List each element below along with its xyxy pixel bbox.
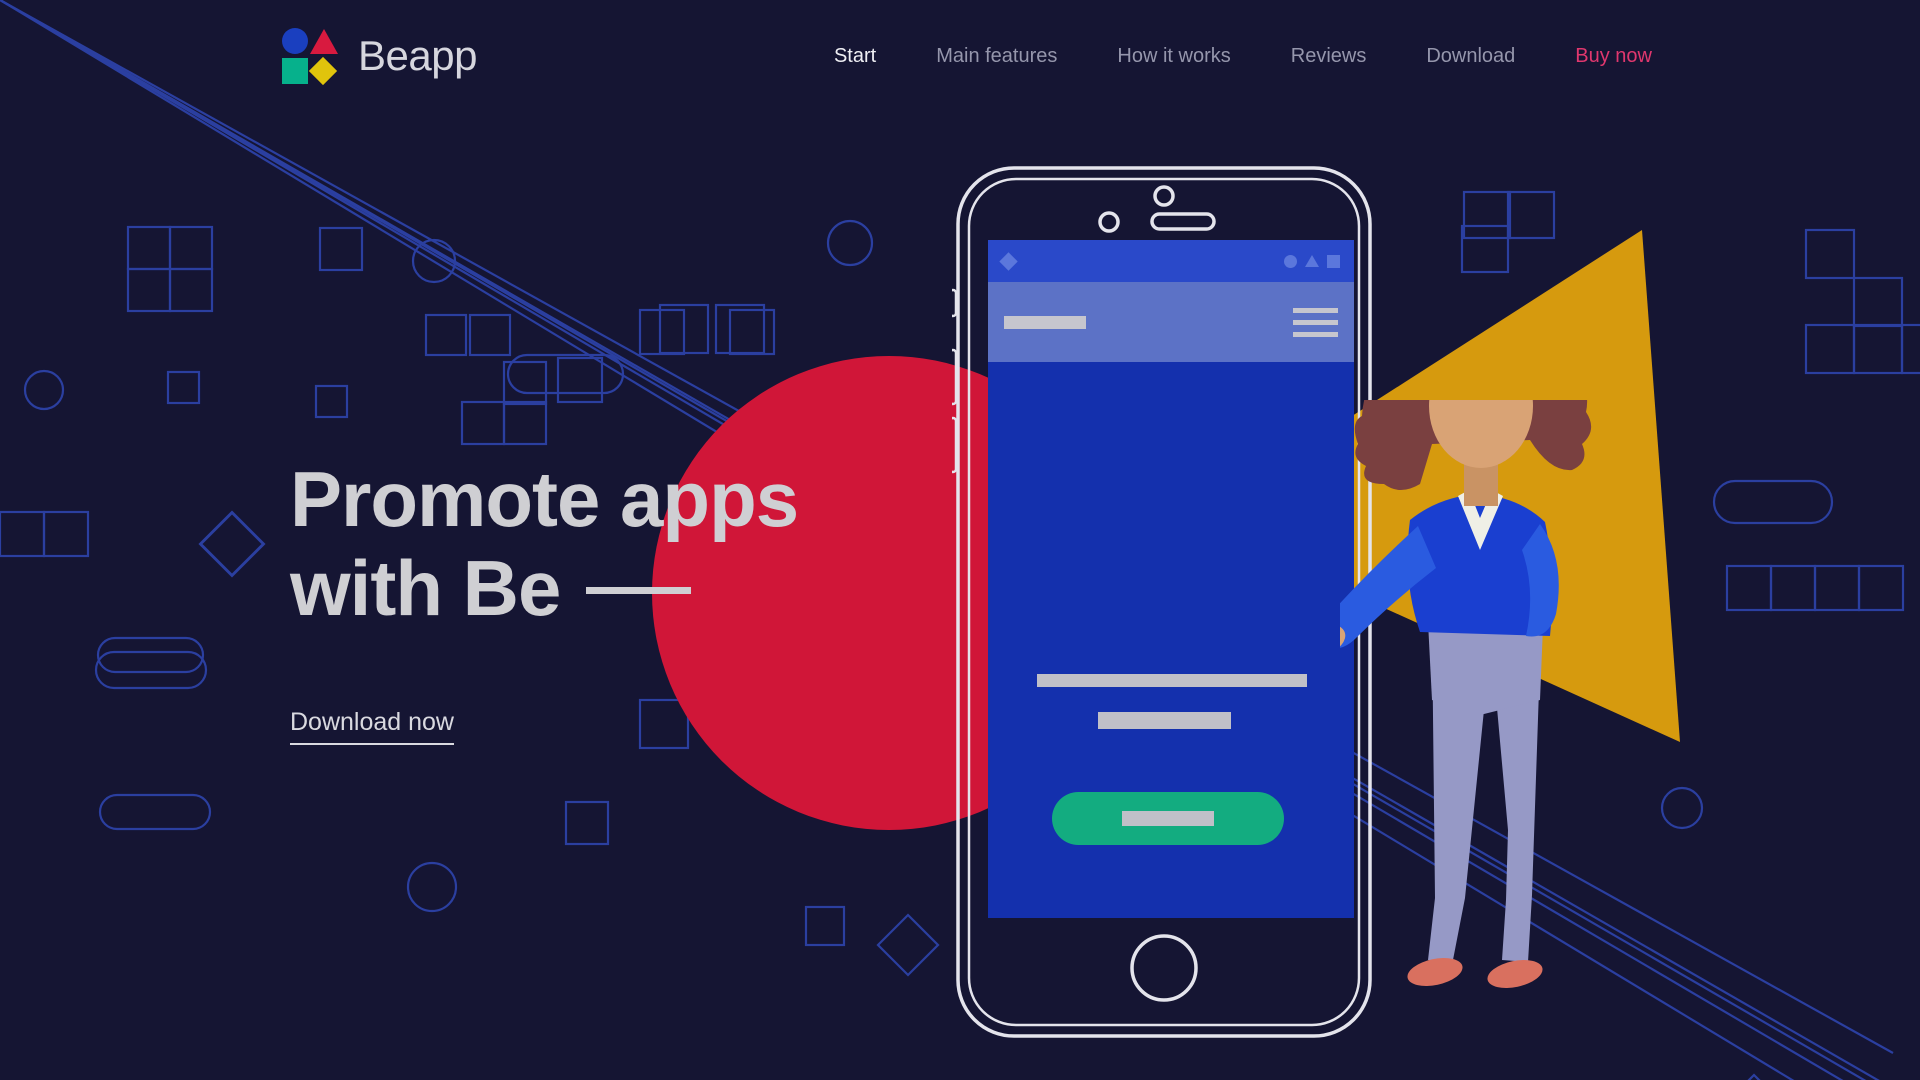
face bbox=[1429, 400, 1533, 468]
landing-page: Beapp Start Main features How it works R… bbox=[0, 0, 1920, 1080]
phone-mockup bbox=[952, 162, 1376, 1042]
nav-item-buy-now[interactable]: Buy now bbox=[1545, 45, 1652, 68]
phone-camera-icon bbox=[1153, 185, 1175, 207]
phone-sensor-icon bbox=[1098, 211, 1120, 233]
download-now-link[interactable]: Download now bbox=[290, 708, 454, 745]
logo-circle-icon bbox=[282, 28, 308, 54]
app-title-placeholder bbox=[1004, 315, 1086, 329]
app-header-bar bbox=[988, 282, 1354, 362]
hamburger-menu-icon[interactable] bbox=[1293, 307, 1338, 337]
main-navigation: Start Main features How it works Reviews… bbox=[804, 45, 1652, 68]
nav-item-start[interactable]: Start bbox=[804, 45, 906, 68]
hero-content: Promote apps with Be Download now bbox=[290, 455, 799, 745]
neck bbox=[1464, 462, 1498, 506]
status-right-icons bbox=[1284, 254, 1340, 268]
logo-diamond-icon bbox=[308, 56, 338, 86]
hero-title-line-1: Promote apps bbox=[290, 455, 799, 543]
phone-screen bbox=[988, 240, 1354, 1080]
status-triangle-icon bbox=[1305, 255, 1319, 267]
app-screen bbox=[988, 240, 1354, 918]
left-shoe bbox=[1407, 958, 1463, 986]
nav-item-how-it-works[interactable]: How it works bbox=[1087, 45, 1260, 68]
brand-logo[interactable]: Beapp bbox=[282, 28, 477, 86]
phone-speaker-icon bbox=[1150, 212, 1216, 231]
app-primary-button[interactable] bbox=[1052, 792, 1284, 845]
brand-name: Beapp bbox=[358, 32, 477, 79]
right-shoe bbox=[1487, 960, 1543, 988]
app-text-placeholder-short bbox=[1098, 712, 1231, 729]
site-header: Beapp Start Main features How it works R… bbox=[0, 0, 1920, 112]
woman-illustration bbox=[1340, 400, 1592, 988]
status-square-icon bbox=[1327, 254, 1340, 268]
hero-title-line-2: with Be bbox=[290, 543, 561, 632]
title-rule-decoration bbox=[586, 586, 692, 594]
status-circle-icon bbox=[1284, 254, 1297, 268]
logo-mark bbox=[282, 28, 338, 86]
nav-item-main-features[interactable]: Main features bbox=[906, 45, 1087, 68]
nav-item-reviews[interactable]: Reviews bbox=[1261, 45, 1397, 68]
logo-square-icon bbox=[282, 58, 308, 84]
app-text-placeholder-long bbox=[1037, 674, 1307, 687]
hips bbox=[1428, 622, 1543, 715]
nav-item-download[interactable]: Download bbox=[1396, 45, 1545, 68]
logo-triangle-icon bbox=[310, 29, 338, 54]
app-status-bar bbox=[988, 240, 1354, 282]
status-diamond-icon bbox=[999, 251, 1018, 271]
app-button-label-placeholder bbox=[1122, 811, 1214, 826]
page-title: Promote apps with Be bbox=[290, 455, 799, 633]
